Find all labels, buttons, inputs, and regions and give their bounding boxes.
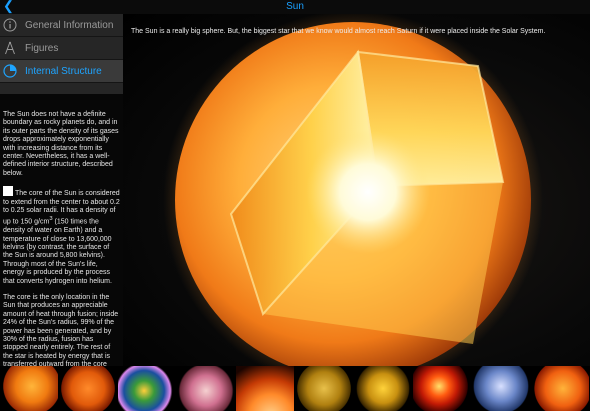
sun-thumbnail-9[interactable]: [472, 366, 531, 411]
sidebar-item-figures[interactable]: Figures: [0, 37, 123, 60]
nav-divider: [0, 83, 123, 92]
core-text-continued: (150 times the density of water on Earth…: [3, 218, 112, 285]
sun-thumbnail-7[interactable]: [354, 366, 413, 411]
compass-icon: [3, 41, 23, 55]
checkbox[interactable]: [3, 186, 13, 197]
sun-thumbnail-3[interactable]: [118, 366, 177, 411]
sidebar-item-internal-structure[interactable]: Internal Structure: [0, 60, 123, 83]
description-text: The Sun does not have a definite boundar…: [0, 94, 123, 378]
sidebar-item-general-information[interactable]: General Information: [0, 14, 123, 37]
sun-thumbnail-10[interactable]: [531, 366, 590, 411]
sidebar-item-label: Internal Structure: [25, 65, 102, 77]
sun-cutaway-illustration: [163, 14, 543, 366]
sidebar-item-label: Figures: [25, 42, 59, 54]
sun-thumbnail-6[interactable]: [295, 366, 354, 411]
sidebar-nav: General Information Figures Internal Str…: [0, 14, 123, 94]
sidebar: General Information Figures Internal Str…: [0, 14, 123, 377]
top-bar: ❮ Sun: [0, 0, 590, 14]
core-paragraph: The core of the Sun is considered to ext…: [3, 186, 120, 286]
info-icon: [3, 18, 23, 32]
page-title: Sun: [286, 1, 304, 12]
intro-paragraph: The Sun does not have a definite boundar…: [3, 111, 119, 177]
sun-visual-area[interactable]: [123, 14, 590, 366]
sun-thumbnail-1[interactable]: [0, 366, 59, 411]
main-caption: The Sun is a really big sphere. But, the…: [131, 28, 546, 35]
sun-thumbnail-4[interactable]: [177, 366, 236, 411]
sun-thumbnail-8[interactable]: [413, 366, 472, 411]
pie-chart-icon: [3, 64, 23, 78]
sun-thumbnail-2[interactable]: [59, 366, 118, 411]
sidebar-item-label: General Information: [25, 19, 114, 31]
sun-thumbnail-5[interactable]: [236, 366, 295, 411]
image-thumbnail-strip: [0, 366, 590, 411]
